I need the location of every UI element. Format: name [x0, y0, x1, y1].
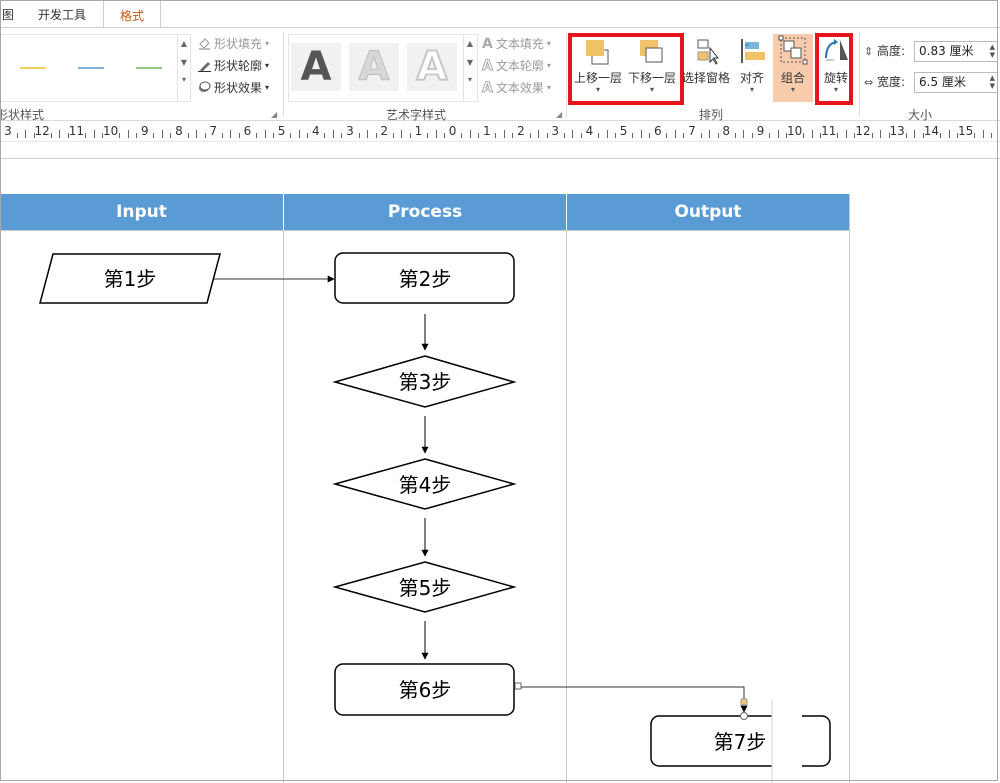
- step-7-process-shape[interactable]: 第7步: [650, 715, 831, 767]
- step-5-text: 第5步: [399, 576, 452, 600]
- connection-point-handle[interactable]: [514, 682, 522, 690]
- step-7-text: 第7步: [714, 730, 767, 754]
- step-6-process-shape[interactable]: 第6步: [334, 663, 515, 716]
- step-4-text: 第4步: [399, 473, 452, 497]
- step-2-text: 第2步: [399, 267, 452, 291]
- step-5-decision-shape[interactable]: 第5步: [332, 561, 517, 613]
- step-2-process-shape[interactable]: 第2步: [334, 252, 515, 304]
- connection-point-handle[interactable]: [740, 712, 748, 720]
- step-1-text: 第1步: [104, 267, 157, 291]
- step-4-decision-shape[interactable]: 第4步: [332, 458, 517, 510]
- step-6-text: 第6步: [399, 678, 452, 702]
- flowchart-diagram: 第1步 第2步 第3步 第4步 第5步 第6步 第7步: [39, 252, 831, 783]
- step-1-data-shape[interactable]: 第1步: [39, 253, 221, 304]
- step-3-decision-shape[interactable]: 第3步: [332, 355, 517, 408]
- step-3-text: 第3步: [399, 370, 452, 394]
- connector-6-7[interactable]: [520, 686, 748, 713]
- connector-end-handle[interactable]: [740, 698, 748, 706]
- canvas-edge-mask: [772, 700, 802, 783]
